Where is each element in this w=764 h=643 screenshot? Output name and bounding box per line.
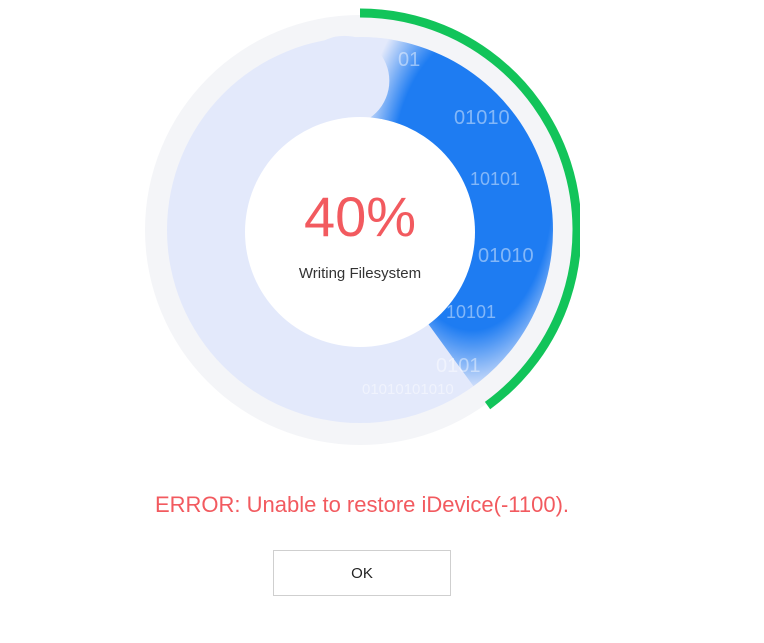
restore-progress-dialog: 01 01010 10101 01010 10101 0101 01010101… [0, 0, 764, 643]
error-message: ERROR: Unable to restore iDevice(-1100). [154, 492, 570, 517]
progress-percent: 40% [303, 184, 417, 248]
progress-status: Writing Filesystem [298, 264, 422, 282]
binary-text: 0101 [436, 355, 481, 377]
binary-text: 01010101010 [362, 381, 454, 398]
ok-button[interactable]: OK [273, 550, 451, 596]
binary-text: 01 [398, 49, 420, 71]
binary-text: 01010 [478, 245, 534, 267]
binary-text: 10101 [470, 169, 520, 189]
progress-fill-cap [299, 35, 390, 126]
progress-label: 40% Writing Filesystem [246, 118, 474, 346]
